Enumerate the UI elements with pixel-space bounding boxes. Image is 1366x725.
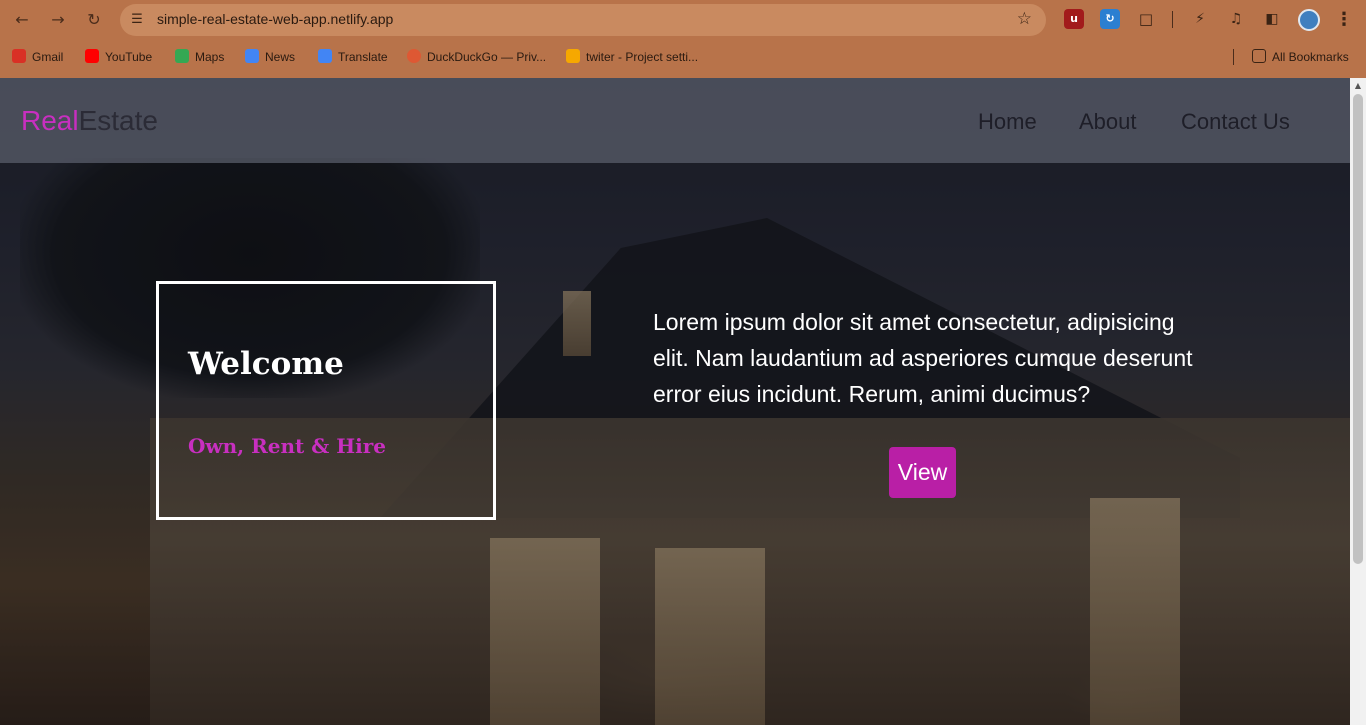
site-logo[interactable]: RealEstate — [21, 105, 158, 137]
news-icon — [245, 49, 259, 63]
reload-icon[interactable]: ↻ — [82, 8, 106, 32]
bookmark-translate[interactable]: Translate — [318, 48, 388, 66]
profile-avatar[interactable] — [1298, 9, 1320, 31]
bookmark-duckduckgo[interactable]: DuckDuckGo — Priv... — [407, 48, 546, 66]
folder-icon — [1252, 49, 1266, 63]
logo-real: Real — [21, 105, 79, 136]
toolbar-divider — [1172, 11, 1173, 28]
welcome-box: Welcome Own, Rent & Hire — [156, 281, 496, 520]
ublock-extension-icon[interactable]: u — [1064, 9, 1084, 29]
logo-estate: Estate — [78, 105, 158, 136]
hero-description: Lorem ipsum dolor sit amet consectetur, … — [653, 309, 1193, 407]
welcome-subtitle: Own, Rent & Hire — [188, 434, 386, 458]
nav-home[interactable]: Home — [978, 109, 1037, 135]
url-text[interactable]: simple-real-estate-web-app.netlify.app — [157, 11, 393, 27]
site-header: RealEstate Home About Contact Us — [0, 78, 1350, 163]
nav-contact-us[interactable]: Contact Us — [1181, 109, 1290, 135]
address-bar[interactable]: ☰ simple-real-estate-web-app.netlify.app… — [120, 4, 1046, 36]
bookmark-news[interactable]: News — [245, 48, 295, 66]
page-scrollbar[interactable]: ▲ — [1350, 78, 1366, 725]
browser-chrome: ← → ↻ ☰ simple-real-estate-web-app.netli… — [0, 0, 1366, 78]
all-bookmarks[interactable]: All Bookmarks — [1252, 48, 1349, 66]
gmail-icon — [12, 49, 26, 63]
page-viewport: RealEstate Home About Contact Us Welcome… — [0, 78, 1366, 725]
welcome-title: Welcome — [188, 346, 344, 382]
scroll-thumb[interactable] — [1353, 94, 1363, 564]
youtube-icon — [85, 49, 99, 63]
bookmark-maps[interactable]: Maps — [175, 48, 224, 66]
back-icon[interactable]: ← — [10, 8, 34, 32]
bookmark-twiter[interactable]: twiter - Project setti... — [566, 48, 698, 66]
performance-icon[interactable]: ⚡ — [1190, 9, 1210, 29]
translate-icon — [318, 49, 332, 63]
bookmark-gmail[interactable]: Gmail — [12, 48, 63, 66]
menu-kebab-icon[interactable]: ⋮ — [1334, 8, 1354, 32]
duckduckgo-icon — [407, 49, 421, 63]
media-control-icon[interactable]: ♫ — [1226, 9, 1246, 29]
extensions-puzzle-icon[interactable]: □ — [1136, 9, 1156, 29]
view-button[interactable]: View — [889, 447, 956, 498]
forward-icon[interactable]: → — [46, 8, 70, 32]
bookmarks-divider — [1233, 49, 1234, 65]
bookmark-youtube[interactable]: YouTube — [85, 48, 152, 66]
scroll-up-icon[interactable]: ▲ — [1350, 80, 1366, 92]
maps-icon — [175, 49, 189, 63]
firebase-icon — [566, 49, 580, 63]
side-panel-icon[interactable]: ◧ — [1262, 9, 1282, 29]
bookmark-star-icon[interactable]: ☆ — [1017, 9, 1032, 29]
extension-icon[interactable]: ↻ — [1100, 9, 1120, 29]
nav-about[interactable]: About — [1079, 109, 1137, 135]
bookmarks-bar: Gmail YouTube Maps News Translate DuckDu… — [0, 46, 1366, 68]
browser-toolbar: ← → ↻ ☰ simple-real-estate-web-app.netli… — [0, 0, 1366, 40]
site-info-icon[interactable]: ☰ — [128, 11, 146, 29]
